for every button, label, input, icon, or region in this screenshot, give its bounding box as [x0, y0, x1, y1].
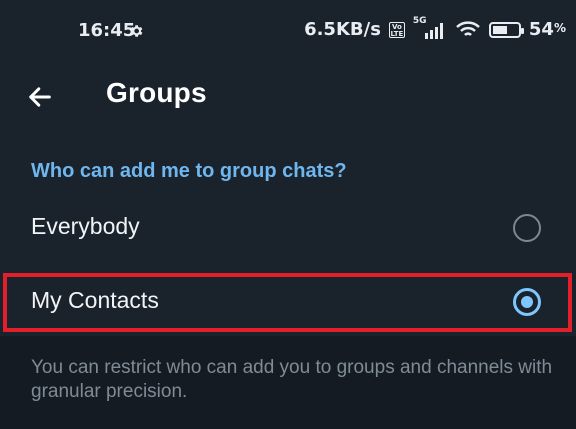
footer-note: You can restrict who can add you to grou… — [31, 357, 553, 402]
radio-my-contacts[interactable] — [513, 288, 541, 316]
arrow-left-icon — [29, 87, 51, 107]
gear-icon — [130, 25, 143, 37]
status-time: 16:45 — [78, 20, 136, 41]
option-my-contacts[interactable]: My Contacts — [0, 269, 576, 335]
status-bar: 16:45 6.5KB/s Vo LTE 5G 54% — [0, 0, 576, 64]
signal-icon: 5G — [413, 16, 447, 39]
battery-icon — [488, 21, 524, 38]
page-title: Groups — [106, 77, 207, 108]
option-everybody-label: Everybody — [31, 213, 140, 239]
wifi-icon — [456, 20, 480, 36]
battery-percent: 54% — [528, 19, 566, 40]
section-header: Who can add me to group chats? — [31, 160, 347, 182]
option-everybody[interactable]: Everybody — [0, 195, 576, 261]
back-button[interactable] — [14, 71, 66, 123]
app-bar: Groups — [0, 64, 576, 129]
volte-icon: Vo LTE — [388, 21, 405, 38]
radio-everybody[interactable] — [513, 214, 541, 242]
status-right-group: 6.5KB/s Vo LTE 5G 54% — [304, 16, 566, 41]
group-privacy-section: Who can add me to group chats? Everybody… — [0, 129, 576, 336]
network-speed: 6.5KB/s — [304, 19, 381, 40]
option-my-contacts-label: My Contacts — [31, 287, 159, 313]
